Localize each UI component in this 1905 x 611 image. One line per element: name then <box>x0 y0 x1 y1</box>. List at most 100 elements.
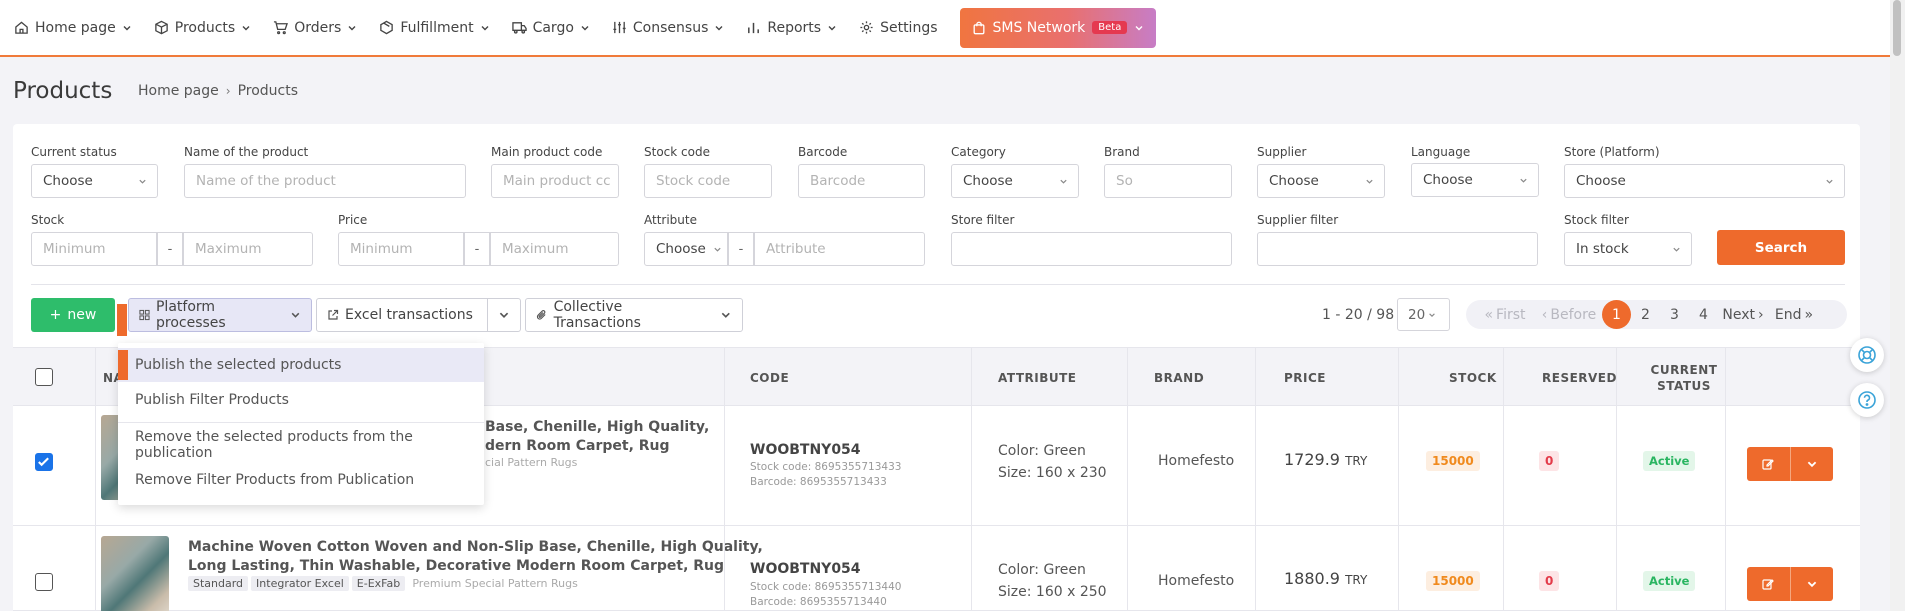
chevron-down-icon <box>715 25 723 30</box>
supplier-filter-label: Supplier filter <box>1257 213 1339 227</box>
excel-dropdown-toggle[interactable] <box>487 298 521 332</box>
menu-publish-selected[interactable]: Publish the selected products <box>118 348 484 382</box>
menu-publish-filter[interactable]: Publish Filter Products <box>118 383 484 417</box>
barcode: Barcode: 8695355713433 <box>750 476 887 488</box>
table-row[interactable]: Machine Woven Cotton Woven and Non-Slip … <box>13 527 1860 611</box>
platform-processes-label: Platform processes <box>155 299 226 331</box>
stock-min-input[interactable]: Minimum <box>31 232 157 266</box>
nav-products[interactable]: Products <box>154 8 251 48</box>
main-code-input[interactable]: Main product cc <box>491 164 619 198</box>
row-actions-dropdown[interactable] <box>1791 447 1834 481</box>
brand-input[interactable]: So <box>1104 164 1232 198</box>
new-product-button[interactable]: + new <box>31 298 115 332</box>
chevron-down-icon <box>1826 179 1833 184</box>
stock-code: Stock code: 8695355713440 <box>750 581 902 593</box>
menu-remove-filter[interactable]: Remove Filter Products from Publication <box>118 463 484 497</box>
top-navigation: Home page Products Orders Fulfillment Ca… <box>0 0 1890 57</box>
box-icon <box>154 20 168 35</box>
orange-marker <box>118 350 128 380</box>
attribute-label: Attribute <box>644 213 697 227</box>
pagination-next[interactable]: Next › <box>1718 300 1768 329</box>
pagination-before[interactable]: ‹ Before <box>1536 300 1602 329</box>
pagination-end[interactable]: End» <box>1768 300 1820 329</box>
stock-code-input[interactable]: Stock code <box>644 164 772 198</box>
breadcrumb-home[interactable]: Home page <box>138 83 219 99</box>
nav-home[interactable]: Home page <box>14 8 132 48</box>
supplier-filter-input[interactable] <box>1257 232 1538 266</box>
pagination-page-1[interactable]: 1 <box>1602 300 1631 329</box>
row-actions <box>1747 567 1833 601</box>
attribute-select[interactable]: Choose <box>644 232 728 266</box>
chevron-down-icon <box>828 25 836 30</box>
edit-button[interactable] <box>1747 567 1791 601</box>
help-button[interactable] <box>1850 383 1884 417</box>
stock-filter-select[interactable]: In stock <box>1564 232 1692 266</box>
barcode-label: Barcode <box>798 145 848 159</box>
grid-icon <box>139 309 150 321</box>
supplier-value: Choose <box>1269 173 1319 189</box>
product-name[interactable]: Base, Chenille, High Quality, dern Room … <box>485 418 709 456</box>
support-button[interactable] <box>1850 338 1884 372</box>
status-badge: Active <box>1643 451 1696 471</box>
attribute-input[interactable]: Attribute <box>754 232 925 266</box>
collective-transactions-button[interactable]: Collective Transactions <box>525 298 743 332</box>
search-button[interactable]: Search <box>1717 230 1845 265</box>
barcode-input[interactable]: Barcode <box>798 164 925 198</box>
menu-remove-selected[interactable]: Remove the selected products from the pu… <box>118 428 484 462</box>
nav-products-label: Products <box>174 19 236 36</box>
stock-label: Stock <box>31 213 65 227</box>
sms-network-button[interactable]: SMS Network Beta <box>959 7 1157 48</box>
excel-transactions-button[interactable]: Excel transactions <box>316 298 488 332</box>
select-all-checkbox[interactable] <box>35 368 53 386</box>
per-page-select[interactable]: 20 <box>1397 298 1450 331</box>
nav-cargo[interactable]: Cargo <box>511 8 590 48</box>
language-select[interactable]: Choose <box>1411 163 1539 197</box>
pagination-page-4[interactable]: 4 <box>1689 300 1718 329</box>
pagination-page-3[interactable]: 3 <box>1660 300 1689 329</box>
current-status-select[interactable]: Choose <box>31 164 158 198</box>
stock-max-input[interactable]: Maximum <box>183 232 313 266</box>
nav-orders[interactable]: Orders <box>273 8 357 48</box>
chevron-down-icon <box>1807 461 1816 468</box>
excel-transactions-label: Excel transactions <box>345 307 473 323</box>
row-checkbox[interactable] <box>35 573 53 591</box>
price: 1880.9 TRY <box>1284 569 1367 588</box>
platform-processes-button[interactable]: Platform processes <box>128 298 312 332</box>
pagination-before-label: Before <box>1550 306 1597 323</box>
column-divider <box>1725 347 1726 611</box>
nav-fulfillment[interactable]: Fulfillment <box>379 8 489 48</box>
supplier-select[interactable]: Choose <box>1257 164 1385 198</box>
edit-icon <box>1762 459 1775 470</box>
brand: Homefesto <box>1158 573 1235 589</box>
row-actions-dropdown[interactable] <box>1791 567 1834 601</box>
category-select[interactable]: Choose <box>951 164 1079 198</box>
price-value: 1880.9 <box>1284 569 1340 588</box>
price-range-separator: - <box>464 232 490 266</box>
store-filter-input[interactable] <box>951 232 1232 266</box>
reserved-badge: 0 <box>1539 451 1560 471</box>
bar-chart-icon <box>748 22 760 34</box>
double-chevron-right-icon: » <box>1804 306 1814 323</box>
pagination-page-2[interactable]: 2 <box>1631 300 1660 329</box>
nav-consensus[interactable]: Consensus <box>612 8 724 48</box>
attribute-values: Color: Green Size: 160 x 250 <box>998 559 1107 603</box>
price: 1729.9 TRY <box>1284 450 1367 469</box>
nav-reports[interactable]: Reports <box>746 8 837 48</box>
store-select[interactable]: Choose <box>1564 164 1845 198</box>
product-thumbnail[interactable] <box>101 536 169 611</box>
column-divider <box>724 347 725 611</box>
chevron-down-icon <box>499 312 509 318</box>
pagination-next-label: Next <box>1722 306 1755 323</box>
stock-code: Stock code: 8695355713433 <box>750 461 902 473</box>
product-name[interactable]: Machine Woven Cotton Woven and Non-Slip … <box>188 538 763 576</box>
nav-settings[interactable]: Settings <box>859 8 938 48</box>
price-min-input[interactable]: Minimum <box>338 232 464 266</box>
price-max-input[interactable]: Maximum <box>490 232 619 266</box>
pagination-first[interactable]: «First <box>1474 300 1536 329</box>
edit-button[interactable] <box>1747 447 1791 481</box>
scrollbar-thumb[interactable] <box>1893 0 1901 56</box>
product-name-input[interactable]: Name of the product <box>184 164 466 198</box>
page-scrollbar[interactable] <box>1890 0 1905 611</box>
cart-icon <box>274 21 289 35</box>
row-checkbox[interactable] <box>35 453 53 471</box>
